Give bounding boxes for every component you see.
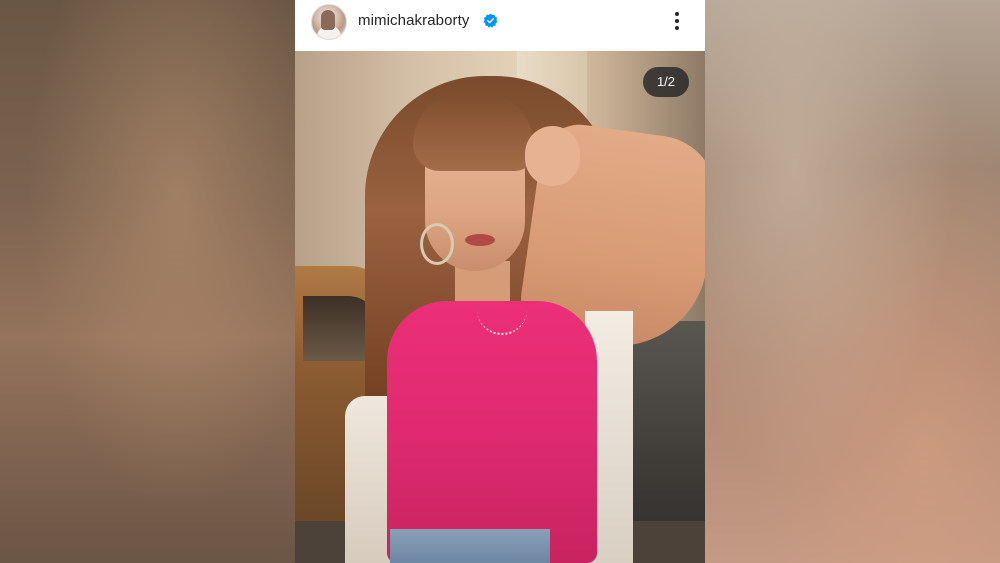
photo-hoop-earring xyxy=(420,223,454,265)
more-dot-icon xyxy=(675,26,679,30)
more-dot-icon xyxy=(675,19,679,23)
blurred-background-right xyxy=(705,0,1000,563)
post-photo[interactable] xyxy=(295,51,705,563)
profile-avatar[interactable] xyxy=(311,4,347,40)
photo-lips xyxy=(465,234,495,246)
photo-hand xyxy=(525,126,580,186)
photo-jeans xyxy=(390,529,550,563)
post-header: mimichakraborty xyxy=(295,0,705,51)
slide-counter-badge: 1/2 xyxy=(643,67,689,97)
avatar-image-head xyxy=(321,10,335,30)
photo-pink-top xyxy=(387,301,597,563)
instagram-post: mimichakraborty 1/2 xyxy=(295,0,705,563)
username-link[interactable]: mimichakraborty xyxy=(358,12,470,29)
more-dot-icon xyxy=(675,12,679,16)
blurred-background-left xyxy=(0,0,295,563)
verified-badge-icon xyxy=(483,13,498,28)
more-options-icon[interactable] xyxy=(667,12,687,32)
